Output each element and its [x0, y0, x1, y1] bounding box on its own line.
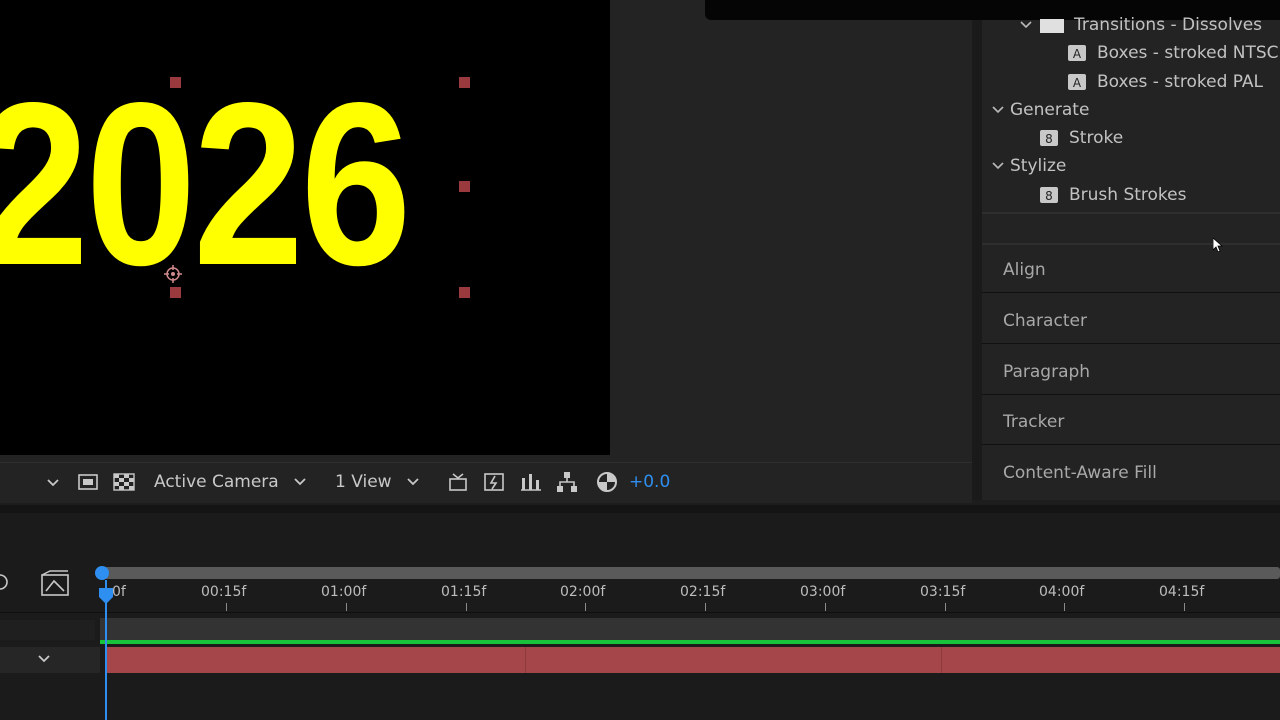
time-ruler-label: 00:15f [201, 584, 247, 600]
reset-exposure-icon[interactable] [595, 470, 619, 494]
pixel-aspect-icon[interactable] [446, 470, 470, 494]
exposure-value[interactable]: +0.0 [629, 462, 670, 502]
tree-label: Stylize [1010, 156, 1067, 176]
motion-blur-icon[interactable] [0, 572, 10, 592]
anchor-point-icon[interactable] [164, 265, 182, 283]
panel-content-aware-fill[interactable]: Content-Aware Fill [1003, 461, 1157, 485]
composition-canvas[interactable]: 2026 [0, 0, 610, 455]
panel-align[interactable]: Align [1003, 258, 1046, 282]
panel-tracker[interactable]: Tracker [1003, 410, 1064, 434]
time-ruler-label: 02:15f [680, 584, 726, 600]
effect-8bpc-icon: 8 [1040, 130, 1058, 146]
view-layout-dropdown[interactable]: 1 View [335, 462, 420, 502]
time-ruler-label: 03:15f [920, 584, 966, 600]
time-ruler-tick [226, 603, 227, 611]
tree-label: Transitions - Dissolves [1074, 15, 1263, 35]
chevron-down-icon [294, 478, 306, 486]
timeline-top-border [0, 505, 1280, 513]
tree-effect-stroke[interactable]: 8 Stroke [1039, 124, 1123, 152]
mouse-cursor-icon [1213, 238, 1223, 252]
folder-icon [1040, 19, 1064, 33]
time-ruler-label: 04:15f [1159, 584, 1205, 600]
animation-preset-icon: A [1068, 74, 1086, 90]
animation-preset-icon: A [1068, 45, 1086, 61]
panel-separator [982, 444, 1280, 445]
playhead-handle[interactable] [95, 566, 109, 580]
layer-bar-marker [941, 647, 942, 673]
time-ruler-tick [825, 603, 826, 611]
view-layout-label: 1 View [335, 472, 392, 492]
tree-preset-boxes-stroked-pal[interactable]: A Boxes - stroked PAL [1067, 68, 1263, 96]
tree-category-stylize[interactable]: Stylize [992, 152, 1066, 180]
fast-previews-icon[interactable] [482, 470, 506, 494]
tree-category-generate[interactable]: Generate [992, 96, 1089, 124]
timeline-divider [0, 612, 1280, 613]
chevron-down-icon[interactable] [46, 477, 60, 489]
bbox-handle-bottom-left[interactable] [170, 287, 181, 298]
time-ruler-label: 01:00f [321, 584, 367, 600]
svg-text:8: 8 [1045, 189, 1053, 203]
panel-separator [982, 343, 1280, 344]
tree-preset-boxes-stroked-ntsc[interactable]: A Boxes - stroked NTSC [1067, 39, 1279, 67]
camera-dropdown[interactable]: Active Camera [154, 462, 307, 502]
time-ruler-tick [1064, 603, 1065, 611]
effect-8bpc-icon: 8 [1040, 187, 1058, 203]
transparency-grid-icon[interactable] [112, 470, 136, 494]
tree-effect-brush-strokes[interactable]: 8 Brush Strokes [1039, 181, 1187, 209]
layer-bar-marker [525, 647, 526, 673]
work-area-indicator [100, 640, 1280, 644]
camera-dropdown-label: Active Camera [154, 472, 279, 492]
time-ruler-tick [705, 603, 706, 611]
chevron-down-icon [992, 162, 1004, 170]
time-ruler-tick [585, 603, 586, 611]
time-ruler-tick [1184, 603, 1185, 611]
flowchart-icon[interactable] [555, 470, 579, 494]
time-ruler-tick [945, 603, 946, 611]
bbox-handle-mid-right[interactable] [459, 181, 470, 192]
tree-label: Boxes - stroked NTSC [1097, 43, 1279, 63]
bbox-handle-bottom-right[interactable] [459, 287, 470, 298]
current-time-indicator-icon[interactable] [98, 588, 114, 604]
layer-row-header [0, 620, 95, 640]
time-ruler-tick [346, 603, 347, 611]
chevron-down-icon [992, 106, 1004, 114]
chevron-down-icon [1020, 21, 1032, 29]
tree-label: Stroke [1069, 128, 1124, 148]
chevron-down-icon[interactable] [36, 653, 52, 665]
svg-text:A: A [1073, 47, 1082, 61]
tree-label: Brush Strokes [1069, 185, 1187, 205]
panel-separator [982, 394, 1280, 395]
panel-character[interactable]: Character [1003, 309, 1087, 333]
time-ruler-label: 01:15f [441, 584, 487, 600]
svg-text:8: 8 [1045, 132, 1053, 146]
tree-label: Boxes - stroked PAL [1097, 72, 1264, 92]
work-area-bar[interactable] [100, 567, 1280, 579]
tree-label: Generate [1010, 100, 1090, 120]
panel-divider[interactable] [972, 0, 982, 500]
comp-text-layer[interactable]: 2026 [0, 69, 412, 301]
panel-separator [982, 292, 1280, 293]
tree-folder-transitions-dissolves[interactable]: Transitions - Dissolves [1020, 11, 1262, 39]
layer-duration-bar[interactable] [107, 647, 1280, 673]
time-ruler-label: 04:00f [1039, 584, 1085, 600]
panel-paragraph[interactable]: Paragraph [1003, 360, 1090, 384]
timeline-icon[interactable] [519, 470, 543, 494]
bbox-handle-top-left[interactable] [170, 77, 181, 88]
bbox-handle-top-right[interactable] [459, 77, 470, 88]
timeline-track[interactable] [100, 618, 1280, 640]
panel-separator [982, 212, 1280, 214]
svg-text:A: A [1073, 76, 1082, 90]
chevron-down-icon [406, 478, 419, 486]
time-ruler-label: 02:00f [560, 584, 606, 600]
time-ruler-label: 03:00f [800, 584, 846, 600]
panel-separator [982, 243, 1280, 245]
time-ruler-tick [466, 603, 467, 611]
graph-editor-icon[interactable] [40, 570, 70, 598]
region-of-interest-icon[interactable] [76, 470, 100, 494]
time-ruler-start: 0f [112, 584, 126, 600]
